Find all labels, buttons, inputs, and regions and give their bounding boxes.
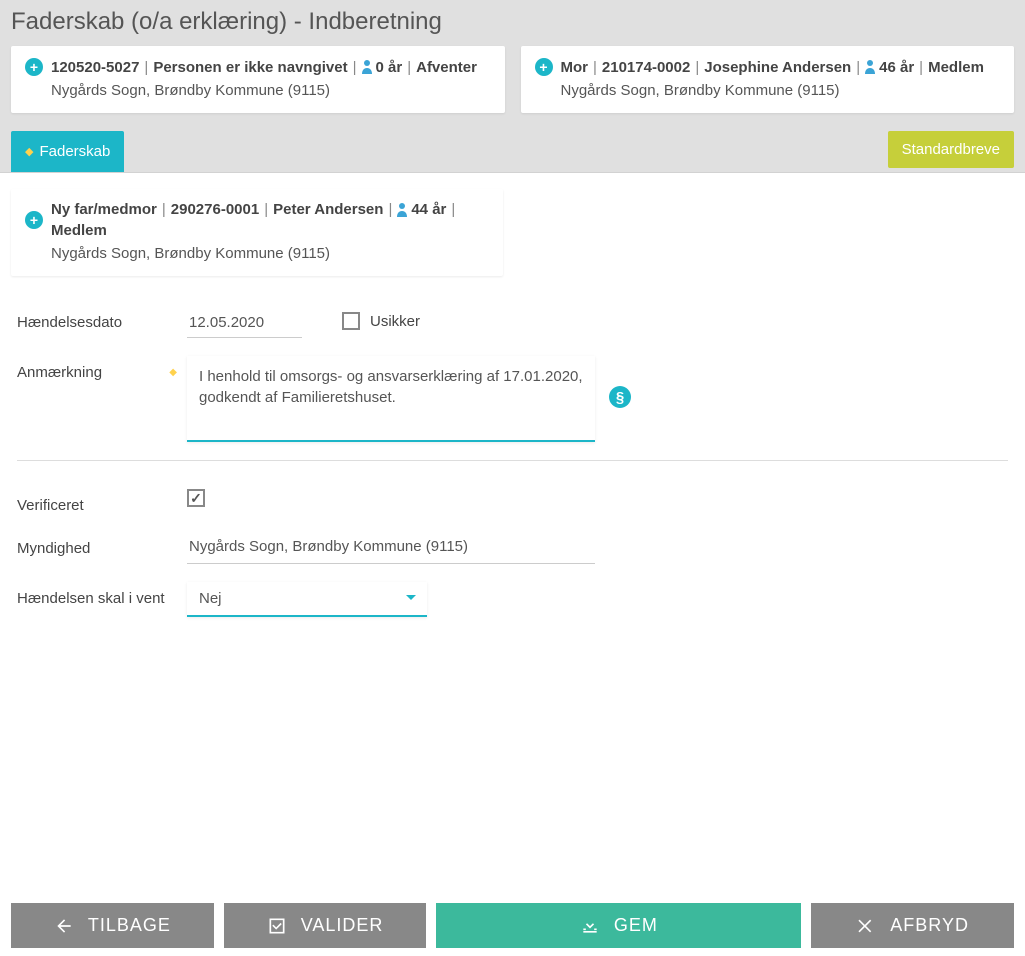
person-icon <box>397 203 407 217</box>
paragraph-icon[interactable]: § <box>609 386 631 408</box>
divider <box>17 460 1008 461</box>
diamond-icon: ◆ <box>25 145 33 158</box>
child-parish: Nygårds Sogn, Brøndby Kommune (9115) <box>51 82 491 99</box>
event-date-label: Hændelsesdato <box>17 306 187 331</box>
uncertain-checkbox[interactable] <box>342 312 360 330</box>
back-label: TILBAGE <box>88 915 171 936</box>
tab-label: Faderskab <box>39 143 110 160</box>
father-role: Ny far/medmor <box>51 201 157 218</box>
pending-select[interactable]: Nej <box>187 582 427 617</box>
mother-role: Mor <box>561 59 589 76</box>
cancel-button[interactable]: AFBRYD <box>811 903 1014 948</box>
plus-circle-icon: + <box>25 211 43 229</box>
authority-input[interactable] <box>187 532 595 564</box>
child-status: Afventer <box>416 59 477 76</box>
verified-label: Verificeret <box>17 489 187 514</box>
mother-parish: Nygårds Sogn, Brøndby Kommune (9115) <box>561 82 1001 99</box>
event-date-input[interactable] <box>187 306 302 338</box>
father-name: Peter Andersen <box>273 201 383 218</box>
remark-label: Anmærkning <box>17 364 102 381</box>
cancel-label: AFBRYD <box>890 915 969 936</box>
validate-button[interactable]: VALIDER <box>224 903 427 948</box>
mother-name: Josephine Andersen <box>704 59 851 76</box>
page-title: Faderskab (o/a erklæring) - Indberetning <box>11 8 1014 36</box>
mother-cpr: 210174-0002 <box>602 59 690 76</box>
father-cpr: 290276-0001 <box>171 201 259 218</box>
child-name: Personen er ikke navngivet <box>153 59 347 76</box>
authority-label: Myndighed <box>17 532 187 557</box>
save-button[interactable]: GEM <box>436 903 801 948</box>
person-icon <box>865 60 875 74</box>
validate-label: VALIDER <box>301 915 384 936</box>
father-parish: Nygårds Sogn, Brøndby Kommune (9115) <box>51 245 489 262</box>
check-square-icon <box>267 916 287 936</box>
close-icon <box>856 916 876 936</box>
standard-letters-button[interactable]: Standardbreve <box>888 131 1014 168</box>
father-status: Medlem <box>51 222 107 239</box>
save-label: GEM <box>614 915 658 936</box>
child-card[interactable]: + 120520-5027 | Personen er ikke navngiv… <box>11 46 505 113</box>
father-card[interactable]: + Ny far/medmor | 290276-0001 | Peter An… <box>11 189 503 276</box>
person-icon <box>362 60 372 74</box>
child-age: 0 år <box>376 59 403 76</box>
verified-checkbox[interactable] <box>187 489 205 507</box>
uncertain-label: Usikker <box>370 313 420 330</box>
diamond-icon: ◆ <box>169 367 177 378</box>
plus-circle-icon: + <box>25 58 43 76</box>
plus-circle-icon: + <box>535 58 553 76</box>
mother-status: Medlem <box>928 59 984 76</box>
child-cpr: 120520-5027 <box>51 59 139 76</box>
pending-label: Hændelsen skal i vent <box>17 582 187 607</box>
tab-faderskab[interactable]: ◆ Faderskab <box>11 131 124 172</box>
father-age: 44 år <box>411 201 446 218</box>
back-button[interactable]: TILBAGE <box>11 903 214 948</box>
mother-age: 46 år <box>879 59 914 76</box>
mother-card[interactable]: + Mor | 210174-0002 | Josephine Andersen… <box>521 46 1015 113</box>
arrow-left-icon <box>54 916 74 936</box>
remark-textarea[interactable]: I henhold til omsorgs- og ansvarserklæri… <box>187 356 595 442</box>
download-icon <box>580 916 600 936</box>
